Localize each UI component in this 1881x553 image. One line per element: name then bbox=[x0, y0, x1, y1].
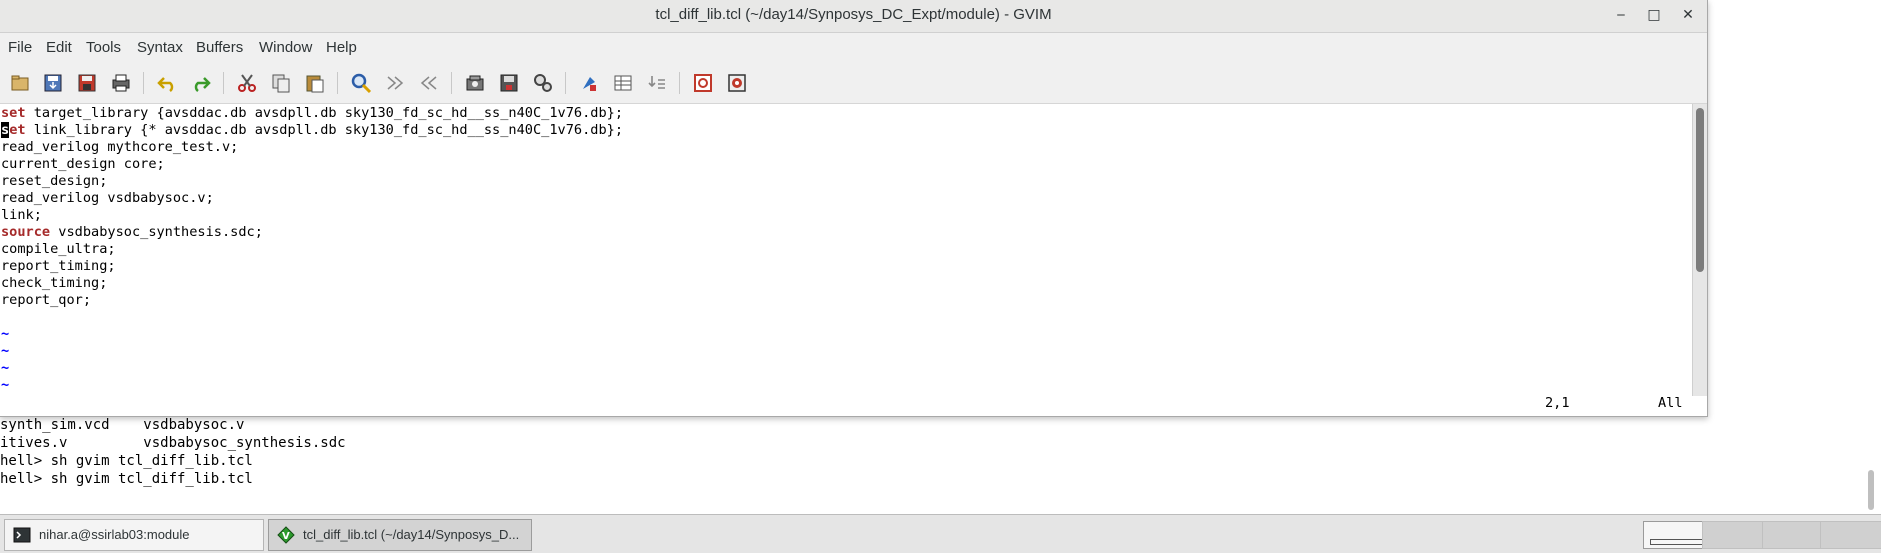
save-icon[interactable] bbox=[41, 71, 65, 95]
code-line: current_design core; bbox=[1, 156, 165, 172]
menu-window[interactable]: Window bbox=[259, 33, 312, 63]
cursor-position: 2,1 bbox=[1545, 395, 1570, 411]
vertical-scrollbar[interactable] bbox=[1692, 104, 1707, 396]
code-line: read_verilog mythcore_test.v; bbox=[1, 139, 239, 155]
empty-line-marker: ~ bbox=[1, 343, 10, 359]
cut-icon[interactable] bbox=[235, 71, 259, 95]
terminal-icon bbox=[13, 527, 31, 543]
workspace-4[interactable] bbox=[1820, 521, 1881, 549]
find-prev-icon[interactable] bbox=[417, 71, 441, 95]
run-script-icon[interactable] bbox=[531, 71, 555, 95]
code-line: set link_library {* avsddac.db avsdpll.d… bbox=[1, 122, 623, 139]
code-line: link; bbox=[1, 207, 42, 223]
code-line: read_verilog vsdbabysoc.v; bbox=[1, 190, 214, 206]
task-gvim[interactable]: V tcl_diff_lib.tcl (~/day14/Synposys_D..… bbox=[268, 519, 532, 551]
jump-tag-icon[interactable] bbox=[645, 71, 669, 95]
code-line: compile_ultra; bbox=[1, 241, 116, 257]
code-keyword: source bbox=[1, 224, 51, 240]
text-cursor: s bbox=[1, 122, 10, 138]
code-keyword: et bbox=[9, 122, 26, 138]
menu-file[interactable]: File bbox=[8, 33, 32, 63]
toolbar bbox=[0, 63, 1707, 104]
code-line: source vsdbabysoc_synthesis.sdc; bbox=[1, 224, 263, 241]
scrollbar-thumb[interactable] bbox=[1696, 108, 1704, 272]
find-help-icon[interactable] bbox=[725, 71, 749, 95]
find-next-icon[interactable] bbox=[383, 71, 407, 95]
code-keyword: set bbox=[1, 105, 26, 121]
menu-help[interactable]: Help bbox=[326, 33, 357, 63]
help-icon[interactable] bbox=[691, 71, 715, 95]
vim-icon: V bbox=[277, 526, 295, 544]
load-session-icon[interactable] bbox=[463, 71, 487, 95]
code-text: vsdbabysoc_synthesis.sdc; bbox=[50, 224, 263, 240]
scroll-position: All bbox=[1658, 395, 1683, 411]
title-bar[interactable]: tcl_diff_lib.tcl (~/day14/Synposys_DC_Ex… bbox=[0, 0, 1707, 33]
code-text: target_library {avsddac.db avsdpll.db sk… bbox=[25, 105, 624, 121]
terminal-line: hell> sh gvim tcl_diff_lib.tcl bbox=[0, 453, 253, 469]
text-editor-area[interactable]: set target_library {avsddac.db avsdpll.d… bbox=[0, 104, 1690, 416]
window-title: tcl_diff_lib.tcl (~/day14/Synposys_DC_Ex… bbox=[655, 6, 1052, 23]
save-all-icon[interactable] bbox=[75, 71, 99, 95]
task-terminal[interactable]: nihar.a@ssirlab03:module bbox=[4, 519, 264, 551]
taskbar: nihar.a@ssirlab03:module V tcl_diff_lib.… bbox=[0, 514, 1881, 553]
menu-syntax[interactable]: Syntax bbox=[137, 33, 183, 63]
print-icon[interactable] bbox=[109, 71, 133, 95]
empty-line-marker: ~ bbox=[1, 377, 10, 393]
menu-tools[interactable]: Tools bbox=[86, 33, 121, 63]
terminal-line: synth_sim.vcd vsdbabysoc.v bbox=[0, 417, 245, 433]
terminal-line: itives.v vsdbabysoc_synthesis.sdc bbox=[0, 435, 346, 451]
minimize-button[interactable]: ‒ bbox=[1610, 4, 1632, 26]
code-text: link_library {* avsddac.db avsdpll.db sk… bbox=[25, 122, 624, 138]
paste-icon[interactable] bbox=[303, 71, 327, 95]
redo-icon[interactable] bbox=[189, 71, 213, 95]
terminal-line: hell> sh gvim tcl_diff_lib.tcl bbox=[0, 471, 253, 487]
code-line: report_qor; bbox=[1, 292, 92, 308]
undo-icon[interactable] bbox=[155, 71, 179, 95]
menu-bar: File Edit Tools Syntax Buffers Window He… bbox=[0, 33, 1707, 63]
terminal-scrollbar[interactable] bbox=[1868, 470, 1874, 510]
code-line: check_timing; bbox=[1, 275, 108, 291]
task-label: nihar.a@ssirlab03:module bbox=[39, 527, 190, 542]
open-icon[interactable] bbox=[8, 71, 32, 95]
menu-edit[interactable]: Edit bbox=[46, 33, 72, 63]
gvim-window: tcl_diff_lib.tcl (~/day14/Synposys_DC_Ex… bbox=[0, 0, 1708, 417]
maximize-button[interactable]: □ bbox=[1643, 4, 1665, 26]
find-replace-icon[interactable] bbox=[349, 71, 373, 95]
code-line: report_timing; bbox=[1, 258, 116, 274]
code-line: set target_library {avsddac.db avsdpll.d… bbox=[1, 105, 623, 122]
empty-line-marker: ~ bbox=[1, 360, 10, 376]
save-session-icon[interactable] bbox=[497, 71, 521, 95]
code-line: reset_design; bbox=[1, 173, 108, 189]
empty-line-marker: ~ bbox=[1, 326, 10, 342]
close-button[interactable]: ✕ bbox=[1677, 4, 1699, 26]
svg-text:V: V bbox=[282, 531, 290, 542]
task-label: tcl_diff_lib.tcl (~/day14/Synposys_D... bbox=[303, 527, 520, 542]
make-icon[interactable] bbox=[577, 71, 601, 95]
tags-icon[interactable] bbox=[611, 71, 635, 95]
copy-icon[interactable] bbox=[269, 71, 293, 95]
menu-buffers[interactable]: Buffers bbox=[196, 33, 243, 63]
